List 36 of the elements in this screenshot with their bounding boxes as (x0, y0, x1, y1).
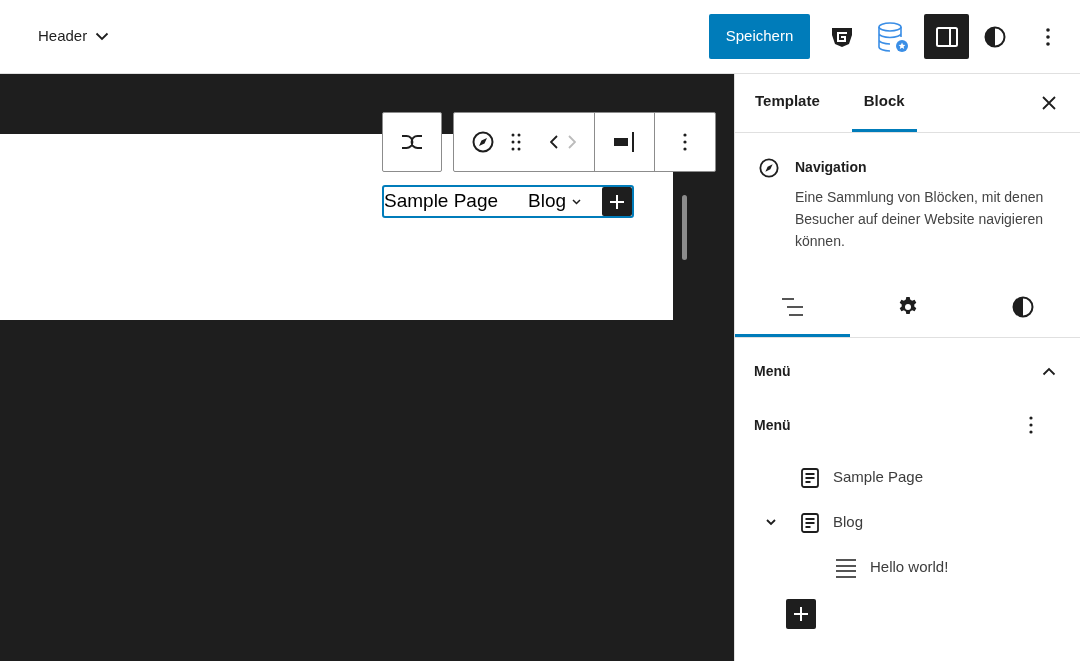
scrollbar (682, 195, 687, 260)
compass-icon (759, 158, 779, 178)
move-left-icon[interactable] (550, 135, 558, 149)
contrast-icon[interactable] (984, 25, 1006, 48)
menu-title: Menü (754, 415, 791, 435)
more-options-icon[interactable] (1029, 416, 1033, 434)
menu-item[interactable]: Sample Page (833, 466, 924, 489)
sidebar-tab[interactable]: Template (743, 74, 832, 132)
lines-icon (836, 557, 856, 578)
plus-icon (793, 606, 809, 622)
sidebar-tab[interactable]: Block (851, 74, 917, 132)
more-options-icon[interactable] (1046, 26, 1050, 47)
compass-icon[interactable] (472, 131, 494, 153)
menu-item[interactable]: Hello world! (870, 556, 949, 579)
drag-handle-icon[interactable] (511, 133, 521, 151)
add-item-button[interactable] (786, 599, 816, 629)
page-icon (801, 512, 819, 533)
sidebar-toggle-button[interactable] (924, 14, 969, 59)
nav-link[interactable]: Sample Page (384, 187, 499, 216)
add-block-button[interactable] (602, 187, 632, 216)
block-title: Navigation (795, 158, 868, 177)
panel-title: Menü (754, 361, 791, 381)
page-icon (801, 467, 819, 488)
close-icon[interactable] (1042, 96, 1056, 110)
chevron-up-icon[interactable] (1042, 366, 1056, 376)
block-description: Eine Sammlung von Blöcken, mit denen Besucher auf deiner Website navigieren können. (795, 188, 1045, 251)
menu-item[interactable]: Blog (833, 511, 864, 534)
save-button[interactable]: Speichern (709, 14, 810, 59)
chevron-down-icon (95, 32, 110, 41)
sidebar-icon (935, 26, 958, 47)
chevron-down-icon[interactable] (766, 519, 776, 526)
transform-icon (401, 135, 423, 149)
template-dropdown[interactable]: Header (28, 18, 120, 55)
plus-icon (609, 193, 625, 210)
transform-button[interactable] (382, 112, 442, 172)
nav-link[interactable]: Blog (528, 187, 567, 216)
